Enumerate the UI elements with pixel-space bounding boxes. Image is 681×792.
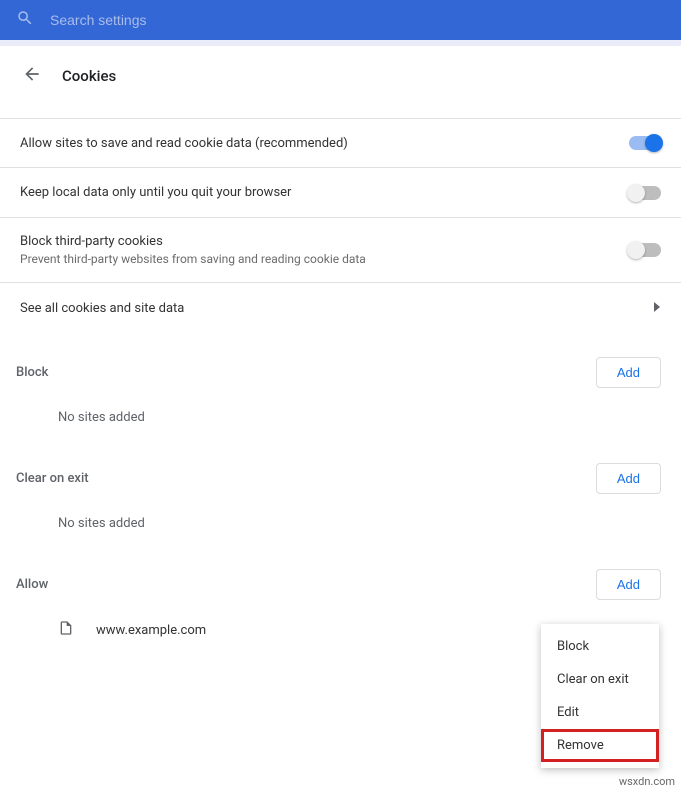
section-head-block: Block Add [0, 333, 681, 396]
allow-add-button[interactable]: Add [596, 569, 661, 600]
block-third-party-label: Block third-party cookies [20, 234, 629, 249]
clear-on-exit-empty: No sites added [0, 502, 681, 545]
clear-on-exit-title: Clear on exit [16, 471, 89, 486]
block-third-party-toggle[interactable] [629, 243, 661, 257]
search-icon [16, 9, 34, 31]
row-allow-cookies: Allow sites to save and read cookie data… [0, 118, 681, 168]
back-arrow-icon[interactable] [22, 64, 42, 88]
clear-on-exit-add-button[interactable]: Add [596, 463, 661, 494]
watermark: wsxdn.com [619, 775, 675, 788]
search-bar [0, 0, 681, 40]
block-third-party-sub: Prevent third-party websites from saving… [20, 252, 629, 266]
menu-clear-on-exit[interactable]: Clear on exit [541, 663, 659, 696]
block-title: Block [16, 365, 48, 380]
menu-remove[interactable]: Remove [541, 729, 659, 762]
row-keep-local: Keep local data only until you quit your… [0, 168, 681, 218]
file-icon [58, 620, 74, 640]
section-head-allow: Allow Add [0, 545, 681, 608]
menu-edit[interactable]: Edit [541, 696, 659, 729]
see-all-label: See all cookies and site data [20, 301, 653, 316]
block-empty: No sites added [0, 396, 681, 439]
allow-cookies-label: Allow sites to save and read cookie data… [20, 136, 629, 151]
chevron-right-icon [653, 301, 661, 316]
section-head-clear-on-exit: Clear on exit Add [0, 439, 681, 502]
page-title: Cookies [62, 67, 116, 85]
block-add-button[interactable]: Add [596, 357, 661, 388]
settings-content: Allow sites to save and read cookie data… [0, 118, 681, 652]
context-menu: Block Clear on exit Edit Remove [541, 624, 659, 768]
row-block-third-party: Block third-party cookies Prevent third-… [0, 218, 681, 283]
row-see-all-cookies[interactable]: See all cookies and site data [0, 283, 681, 333]
page-header: Cookies [0, 46, 681, 100]
allow-title: Allow [16, 577, 48, 592]
keep-local-toggle[interactable] [629, 186, 661, 200]
search-input[interactable] [50, 12, 665, 28]
menu-block[interactable]: Block [541, 630, 659, 663]
allow-cookies-toggle[interactable] [629, 136, 661, 150]
keep-local-label: Keep local data only until you quit your… [20, 185, 629, 200]
site-url: www.example.com [96, 623, 206, 638]
